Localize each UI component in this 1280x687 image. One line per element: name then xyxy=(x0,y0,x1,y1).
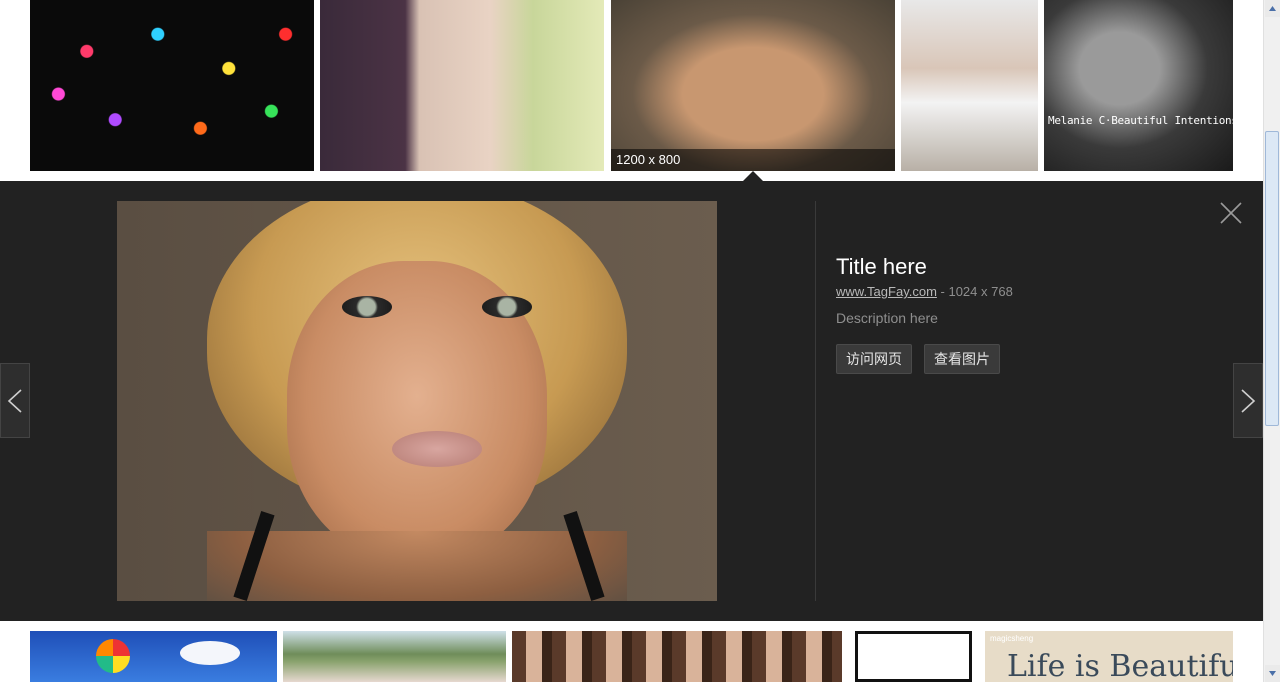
cloud-shape xyxy=(180,641,240,665)
scrollbar-thumb[interactable] xyxy=(1265,131,1279,426)
image-preview-panel: Title here www.TagFay.com - 1024 x 768 D… xyxy=(0,181,1263,621)
panel-divider xyxy=(815,201,816,601)
thumbnail-frame-sketch[interactable] xyxy=(855,631,972,682)
thumbnail-caption: Melanie C·Beautiful Intentions xyxy=(1048,114,1233,127)
image-dimensions: - 1024 x 768 xyxy=(936,284,1013,299)
source-site-link[interactable]: www.TagFay.com xyxy=(836,284,937,299)
arrow-up-icon xyxy=(1269,6,1276,11)
visit-page-button[interactable]: 访问网页 xyxy=(836,344,912,374)
thumbnail-coast[interactable] xyxy=(283,631,506,682)
vertical-scrollbar[interactable] xyxy=(1263,0,1280,682)
view-image-button[interactable]: 查看图片 xyxy=(924,344,1000,374)
thumbnail-life-is-beautiful[interactable]: magicsheng Life is Beautiful xyxy=(985,631,1233,682)
thumbnail-woman-blonde-selected[interactable]: 1200 x 800 xyxy=(611,0,895,171)
thumbnail-girl-smiling[interactable] xyxy=(901,0,1038,171)
thumbnail-hot-air-balloon[interactable] xyxy=(30,631,277,682)
thumbnail-woman-dark-hair[interactable] xyxy=(320,0,604,171)
close-icon[interactable] xyxy=(1219,201,1243,225)
preview-image[interactable] xyxy=(117,201,717,601)
scroll-up-button[interactable] xyxy=(1265,0,1280,17)
image-title: Title here xyxy=(836,254,927,279)
image-description: Description here xyxy=(836,310,938,326)
thumbnail-group-photo[interactable] xyxy=(512,631,842,682)
scroll-down-button[interactable] xyxy=(1265,665,1280,682)
previous-image-button[interactable] xyxy=(0,363,30,438)
next-image-button[interactable] xyxy=(1233,363,1263,438)
chevron-right-icon xyxy=(1241,389,1256,413)
image-meta: www.TagFay.com - 1024 x 768 xyxy=(836,284,1013,299)
thumbnail-flower-lights[interactable] xyxy=(30,0,314,171)
thumbnail-caption: Life is Beautiful xyxy=(1007,649,1233,682)
image-size-label: 1200 x 800 xyxy=(611,149,895,171)
chevron-left-icon xyxy=(7,389,22,413)
thumbnail-woman-bw[interactable]: Melanie C·Beautiful Intentions xyxy=(1044,0,1233,171)
balloon-shape xyxy=(96,639,130,673)
selection-pointer xyxy=(743,171,763,181)
watermark-label: magicsheng xyxy=(990,634,1034,643)
arrow-down-icon xyxy=(1269,671,1276,676)
